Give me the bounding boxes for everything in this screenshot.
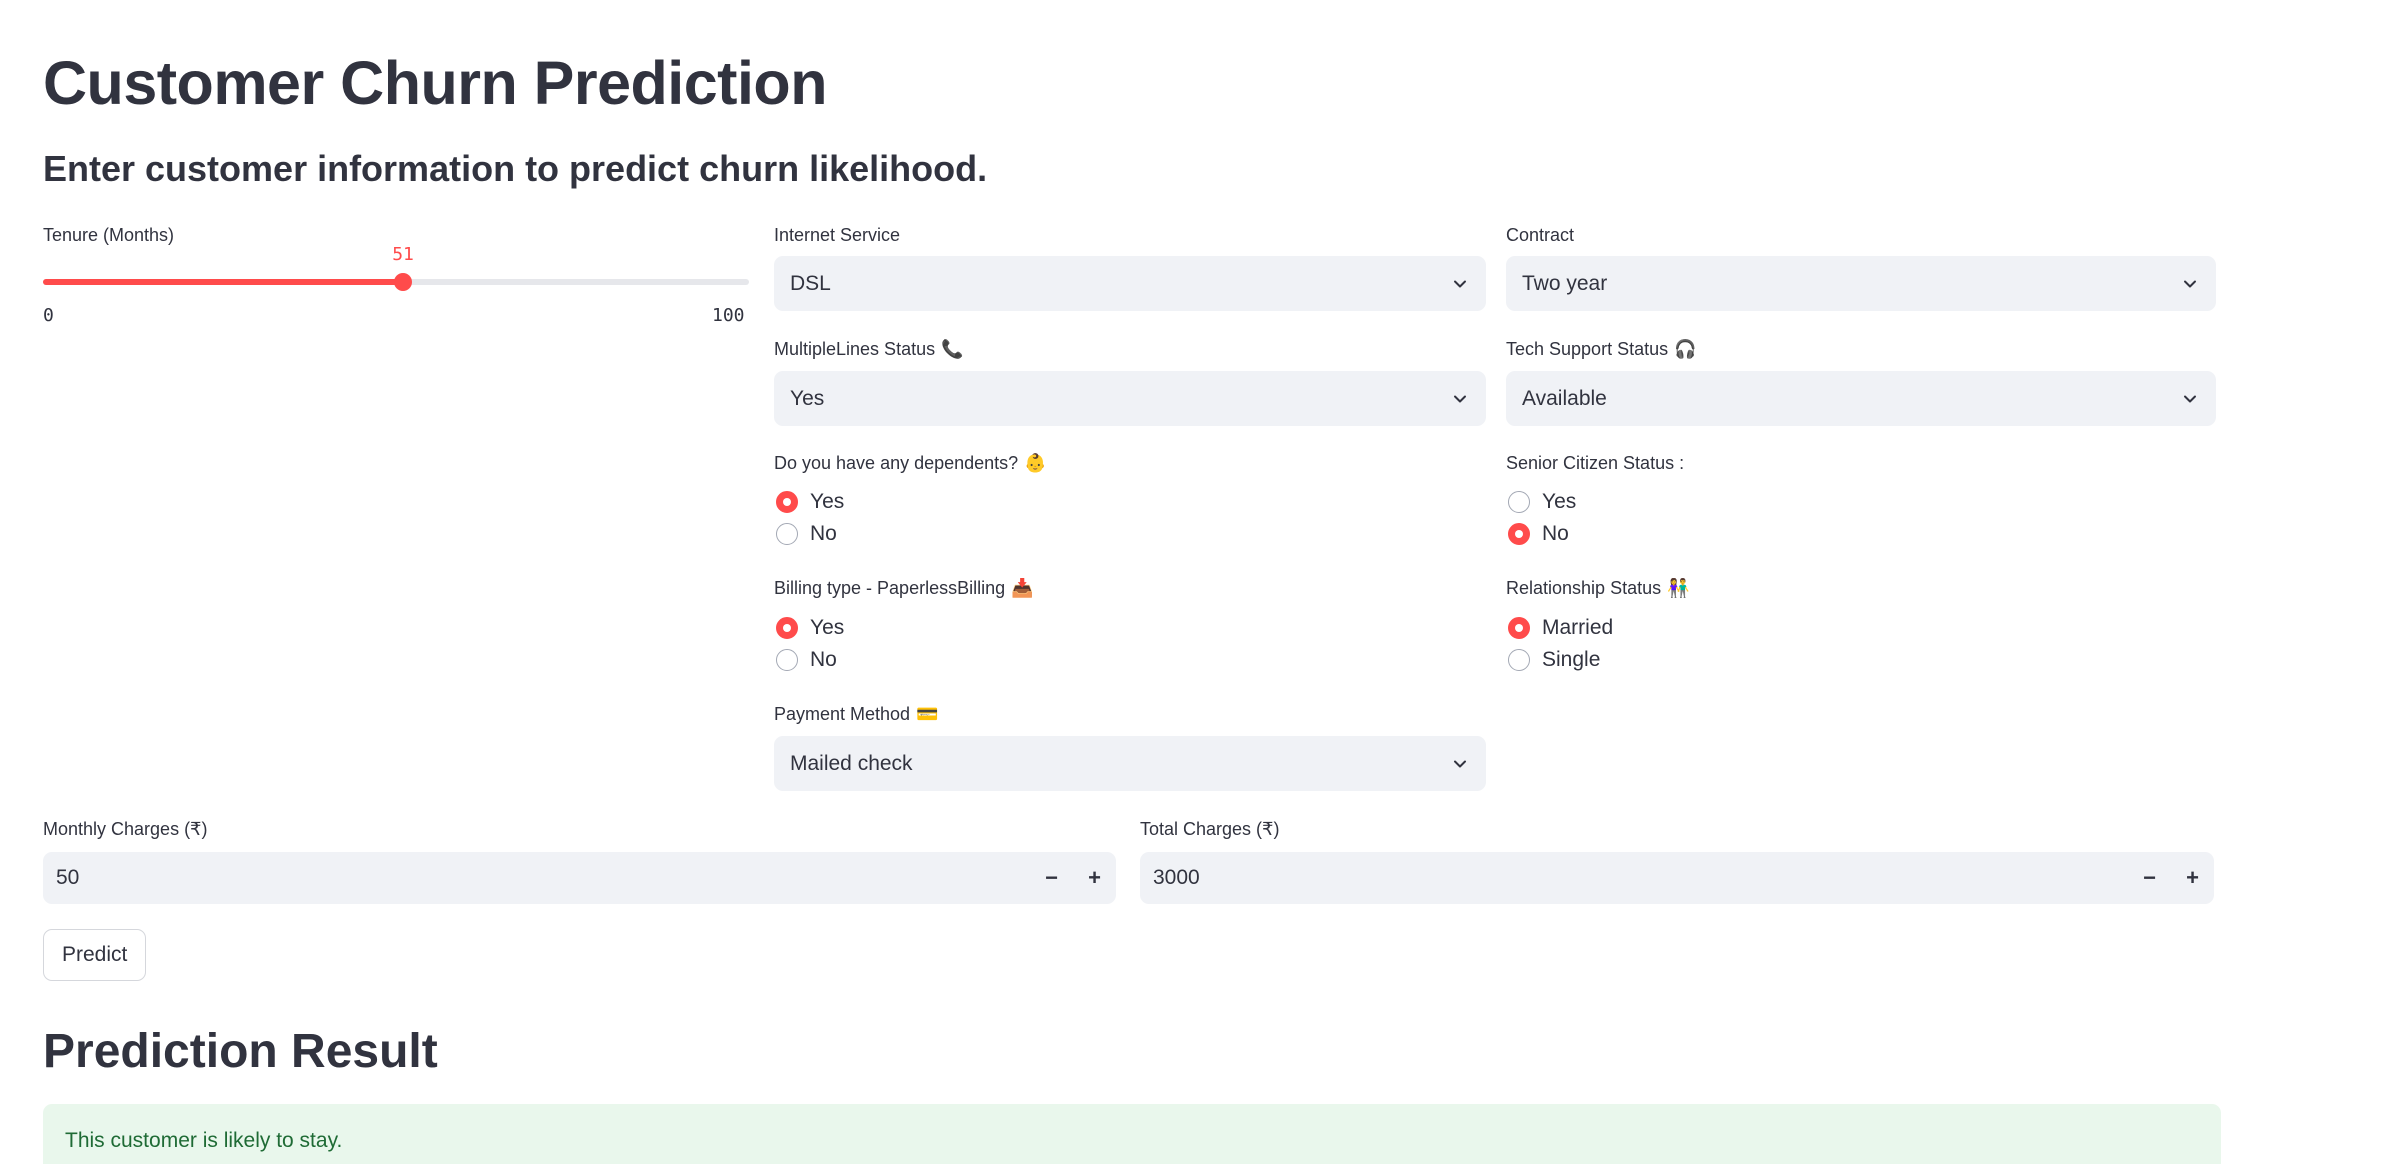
total-charges-input[interactable]: 3000 − + [1140,852,2214,904]
contract-select[interactable]: Two year [1506,256,2216,311]
prediction-result-heading: Prediction Result [43,1025,438,1078]
multiple-lines-select[interactable]: Yes [774,371,1486,426]
dependents-option-yes[interactable]: Yes [776,486,844,518]
payment-method-label: Payment Method 💳 [774,704,939,725]
chevron-down-icon [1454,280,1466,287]
monthly-charges-label: Monthly Charges (₹) [43,819,208,839]
baby-icon: 👶 [1024,453,1047,474]
payment-method-select[interactable]: Mailed check [774,736,1486,791]
senior-citizen-label: Senior Citizen Status : [1506,453,1685,473]
monthly-charges-input[interactable]: 50 − + [43,852,1116,904]
internet-service-select[interactable]: DSL [774,256,1486,311]
dependents-radio-group: Yes No [776,486,844,550]
internet-service-value: DSL [790,271,831,295]
radio-button[interactable] [776,649,798,671]
radio-button[interactable] [1508,649,1530,671]
contract-label: Contract [1506,225,1575,245]
tenure-slider[interactable]: 51 [43,244,749,291]
tech-support-label: Tech Support Status 🎧 [1506,339,1697,360]
credit-card-icon: 💳 [916,704,939,725]
senior-citizen-option-yes[interactable]: Yes [1508,486,1576,518]
chevron-down-icon [2184,395,2196,402]
tenure-label: Tenure (Months) [43,225,175,245]
senior-citizen-radio-group: Yes No [1508,486,1576,550]
senior-citizen-option-no[interactable]: No [1508,518,1576,550]
internet-service-label: Internet Service [774,225,901,245]
tenure-max-tick: 100 [712,305,745,326]
radio-button[interactable] [776,523,798,545]
total-charges-decrement-button[interactable]: − [2128,852,2171,904]
chevron-down-icon [1454,395,1466,402]
contract-value: Two year [1522,271,1608,295]
chevron-down-icon [2184,280,2196,287]
radio-button[interactable] [1508,617,1530,639]
total-charges-increment-button[interactable]: + [2171,852,2214,904]
relationship-label: Relationship Status 👫 [1506,578,1690,599]
radio-button[interactable] [1508,523,1530,545]
paperless-billing-label: Billing type - PaperlessBilling 📥 [774,578,1034,599]
multiple-lines-value: Yes [790,386,825,410]
monthly-charges-value[interactable]: 50 [56,866,1030,890]
app-page: Customer Churn Prediction Enter customer… [0,0,2396,1164]
page-subtitle: Enter customer information to predict ch… [43,148,988,189]
tenure-slider-fill [43,279,404,285]
prediction-result-alert: This customer is likely to stay. [43,1104,2221,1164]
relationship-option-married[interactable]: Married [1508,612,1613,644]
total-charges-label: Total Charges (₹) [1140,819,1280,839]
paperless-billing-radio-group: Yes No [776,612,844,676]
tech-support-select[interactable]: Available [1506,371,2216,426]
multiple-lines-label: MultipleLines Status 📞 [774,339,964,360]
tenure-min-tick: 0 [43,305,54,326]
headphones-icon: 🎧 [1674,339,1697,360]
chevron-down-icon [1454,760,1466,767]
tenure-slider-value: 51 [392,244,414,265]
payment-method-value: Mailed check [790,751,913,775]
paperless-billing-option-yes[interactable]: Yes [776,612,844,644]
phone-icon: 📞 [941,339,964,360]
page-title: Customer Churn Prediction [43,49,827,117]
relationship-option-single[interactable]: Single [1508,644,1613,676]
monthly-charges-decrement-button[interactable]: − [1030,852,1073,904]
predict-button[interactable]: Predict [43,929,147,981]
radio-button[interactable] [776,617,798,639]
radio-button[interactable] [776,491,798,513]
couple-icon: 👫 [1667,578,1690,599]
tenure-slider-thumb[interactable] [394,273,413,291]
radio-button[interactable] [1508,491,1530,513]
tech-support-value: Available [1522,386,1607,410]
total-charges-value[interactable]: 3000 [1153,866,2128,890]
monthly-charges-increment-button[interactable]: + [1073,852,1116,904]
inbox-tray-icon: 📥 [1011,578,1034,599]
relationship-radio-group: Married Single [1508,612,1613,676]
dependents-option-no[interactable]: No [776,518,844,550]
paperless-billing-option-no[interactable]: No [776,644,844,676]
dependents-label: Do you have any dependents? 👶 [774,453,1047,474]
